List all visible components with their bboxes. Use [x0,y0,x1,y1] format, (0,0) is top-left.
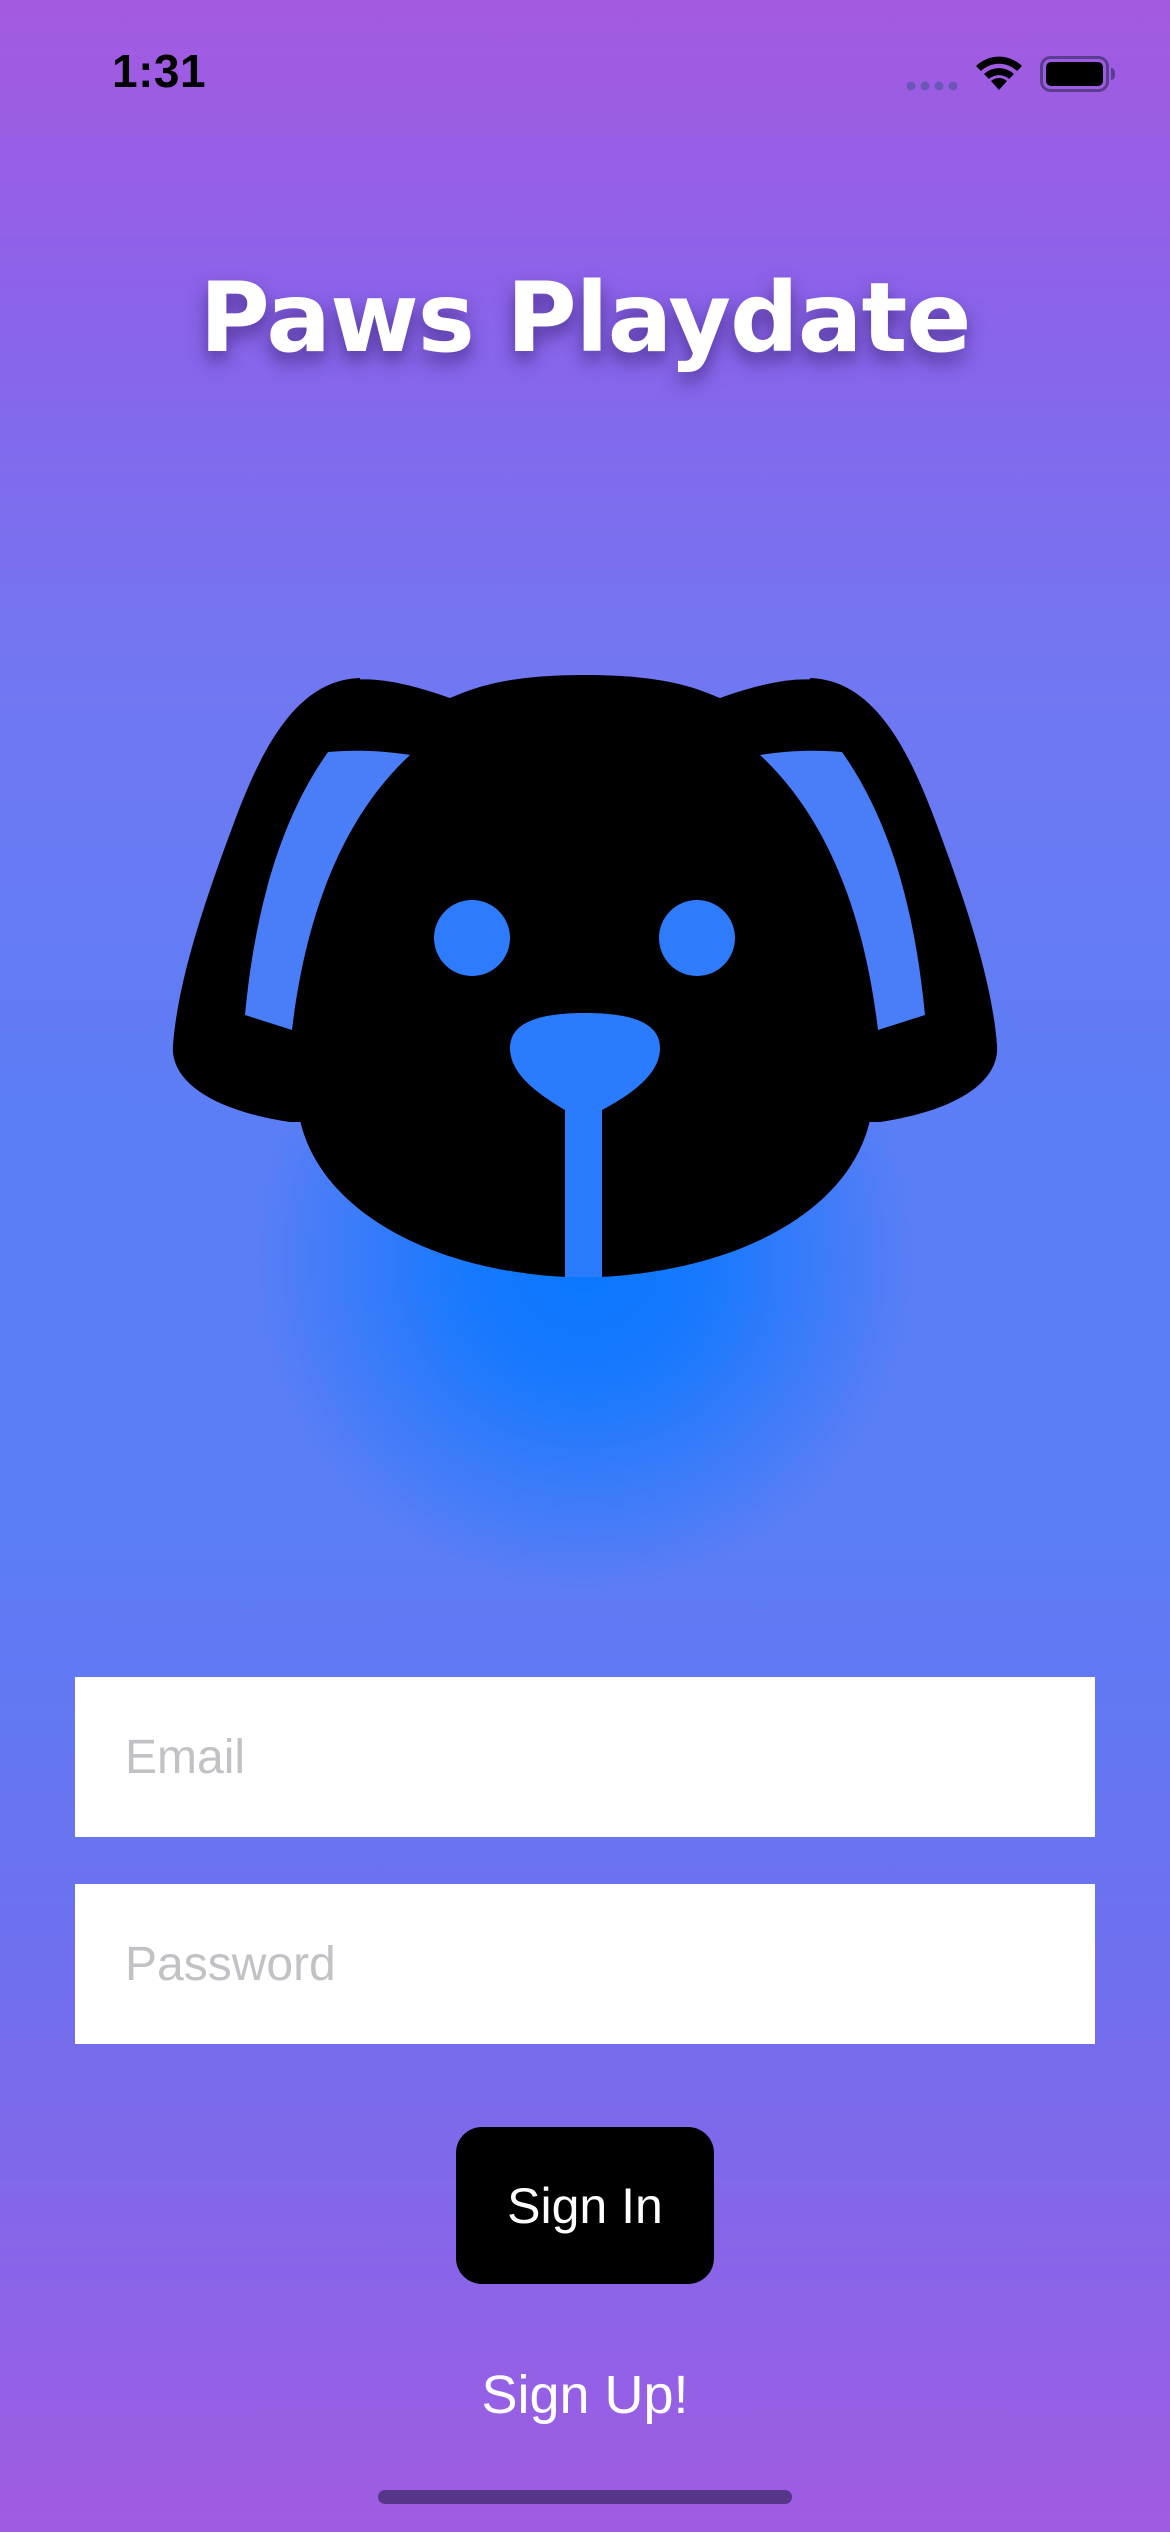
battery-icon [1040,56,1115,92]
status-time: 1:31 [112,45,207,97]
password-field[interactable] [75,1884,1095,2044]
status-bar: 1:31 [0,0,1170,150]
dog-face-icon [172,675,998,1277]
sign-in-button[interactable]: Sign In [456,2127,714,2284]
sign-up-link[interactable]: Sign Up! [0,2364,1170,2426]
home-indicator[interactable] [378,2490,792,2504]
app-title: Paws Playdate [199,262,972,374]
cellular-signal-icon [906,81,958,91]
email-field[interactable] [75,1677,1095,1837]
wifi-icon [976,56,1022,90]
